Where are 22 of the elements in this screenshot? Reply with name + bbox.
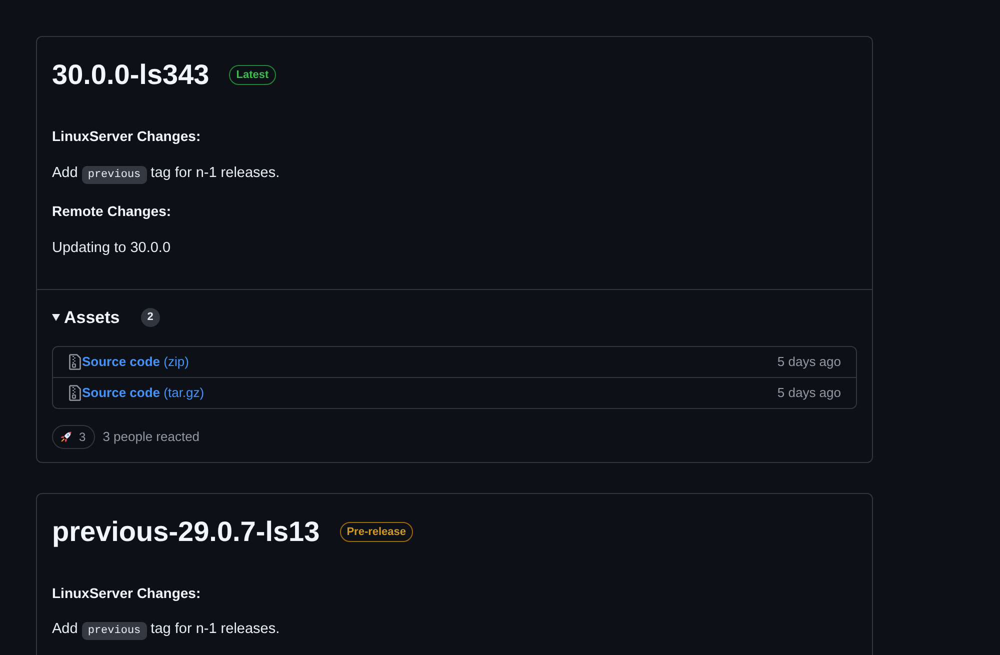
asset-link[interactable]: Source code (zip) (82, 354, 189, 369)
asset-link[interactable]: Source code (tar.gz) (82, 385, 204, 400)
rocket-icon (60, 430, 72, 442)
release-status-label: Pre-release (340, 522, 414, 542)
release-title[interactable]: previous-29.0.7-ls13 (52, 508, 320, 554)
assets-heading[interactable]: Assets (64, 304, 120, 332)
notes-text: Updating to 30.0.0 (52, 238, 172, 258)
notes-text: Add previous tag for n-1 releases. (52, 162, 857, 186)
asset-date: 5 days ago (777, 354, 841, 369)
zip-file-icon (69, 384, 81, 400)
caret-icon[interactable] (52, 314, 60, 321)
zip-file-icon (69, 354, 81, 370)
notes-heading: LinuxServer Changes: (52, 127, 202, 146)
release-title[interactable]: 30.0.0-ls343 (52, 52, 210, 98)
notes-heading: Remote Changes: (52, 202, 172, 221)
notes-text: Add previous tag for n-1 releases. (52, 619, 857, 642)
reaction-summary: 3 people reacted (102, 429, 200, 444)
reaction-button[interactable]: 3 (52, 424, 95, 448)
asset-count: 2 (140, 308, 160, 327)
asset-date: 5 days ago (777, 385, 841, 400)
release-status-label: Latest (229, 65, 276, 85)
notes-heading: LinuxServer Changes: (52, 584, 202, 603)
